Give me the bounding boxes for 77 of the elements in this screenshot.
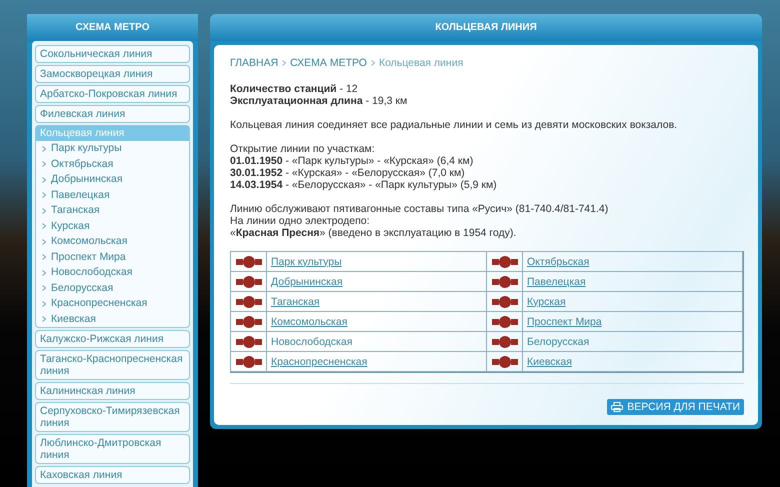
breadcrumb-link[interactable]: ГЛАВНАЯ: [230, 57, 278, 69]
station-link[interactable]: Павелецкая: [527, 276, 586, 288]
line-link[interactable]: Каховская линия: [35, 466, 190, 484]
line-link[interactable]: Серпуховско-Тимирязевская линия: [35, 402, 190, 432]
page-title: КОЛЬЦЕВАЯ ЛИНИЯ: [210, 14, 762, 41]
chevron-icon: [42, 176, 46, 183]
chevron-icon: [42, 238, 46, 245]
metro-line-icon: [236, 276, 262, 288]
chevron-icon: [370, 60, 375, 66]
info-text: 14.03.1954 - «Белорусская» - «Парк культуры» (5,9 км): [230, 179, 498, 191]
station-link[interactable]: Таганская: [51, 204, 100, 218]
line-link[interactable]: Замоскворецкая линия: [35, 65, 190, 83]
info-text: 30.01.1952 - «Курская» - «Белорусская» (7,0 км): [230, 167, 466, 179]
metro-line-icon: [236, 356, 262, 368]
chevron-icon: [42, 192, 46, 198]
station-name: Белорусская: [527, 336, 590, 348]
chevron-icon: [42, 300, 46, 307]
metro-line-icon: [492, 356, 518, 368]
station-link[interactable]: Добрынинская: [271, 276, 343, 288]
station-link[interactable]: Комсомольская: [271, 316, 348, 328]
station-link[interactable]: Парк культуры: [271, 256, 342, 268]
info-text: Эксплуатационная длина - 19,3 км: [230, 95, 408, 107]
metro-line-icon: [492, 256, 518, 268]
station-link[interactable]: Курская: [527, 296, 566, 308]
printer-icon: [611, 402, 624, 412]
line-link[interactable]: Калининская линия: [35, 382, 190, 400]
line-link[interactable]: Калужско-Рижская линия: [35, 330, 190, 348]
chevron-icon: [42, 208, 46, 214]
chevron-icon: [42, 223, 46, 230]
print-button[interactable]: ВЕРСИЯ ДЛЯ ПЕЧАТИ: [607, 399, 744, 415]
chevron-icon: [42, 161, 46, 168]
station-link[interactable]: Киевская: [51, 312, 96, 326]
line-link[interactable]: Филевская линия: [35, 105, 190, 123]
chevron-icon: [42, 285, 46, 292]
station-link[interactable]: Комсомольская: [51, 235, 128, 248]
info-text: Линию обслуживают пятивагонные составы типа «Русич» (81-740.4/81-741.4): [230, 203, 610, 215]
station-link[interactable]: Октябрьская: [51, 158, 114, 171]
station-link[interactable]: Проспект Мира: [527, 316, 602, 328]
breadcrumb-link[interactable]: СХЕМА МЕТРО: [290, 57, 367, 69]
station-link[interactable]: Киевская: [527, 356, 572, 368]
station-link[interactable]: Добрынинская: [51, 173, 123, 186]
station-link[interactable]: Новослободская: [51, 266, 132, 280]
station-link[interactable]: Павелецкая: [51, 188, 110, 202]
sidebar-title: СХЕМА МЕТРО: [27, 14, 198, 41]
metro-line-icon: [492, 296, 518, 308]
line-link[interactable]: Таганско-Краснопресненская линия: [35, 350, 190, 380]
station-link[interactable]: Парк культуры: [51, 142, 122, 156]
station-name: Новослободская: [271, 336, 352, 348]
station-link[interactable]: Октябрьская: [527, 256, 590, 268]
chevron-icon: [42, 146, 46, 152]
station-link[interactable]: Таганская: [271, 296, 320, 308]
info-text: «Красная Пресня» (введено в эксплуатацию в 1954 году).: [230, 227, 518, 239]
info-text: 01.01.1950 - «Парк культуры» - «Курская» (6,4 км): [230, 155, 474, 167]
metro-line-icon: [492, 316, 518, 328]
metro-line-icon: [236, 256, 262, 268]
chevron-icon: [42, 254, 46, 260]
line-link[interactable]: Кольцевая линия: [36, 126, 189, 141]
station-link[interactable]: Проспект Мира: [51, 250, 126, 264]
info-text: Количество станций - 12: [230, 83, 359, 95]
chevron-icon: [282, 60, 286, 66]
breadcrumb-current: Кольцевая линия: [378, 57, 464, 69]
chevron-icon: [42, 316, 46, 322]
chevron-icon: [42, 270, 46, 276]
info-text: Открытие линии по участкам:: [230, 143, 376, 155]
metro-line-icon: [236, 296, 262, 308]
metro-line-icon: [492, 336, 518, 348]
line-link[interactable]: Арбатско-Покровская линия: [35, 85, 190, 103]
metro-line-icon: [236, 316, 262, 328]
station-link[interactable]: Краснопресненская: [51, 297, 148, 310]
info-text: На линии одно электродепо:: [230, 215, 371, 227]
metro-line-icon: [492, 276, 518, 288]
station-link[interactable]: Белорусская: [51, 282, 114, 295]
info-text: Кольцевая линия соединяет все радиальные линии и семь из девяти московских вокзалов.: [230, 119, 678, 131]
line-link[interactable]: Люблинско-Дмитровская линия: [35, 434, 190, 464]
station-link[interactable]: Курская: [51, 220, 90, 233]
line-link[interactable]: Сокольническая линия: [35, 45, 190, 63]
metro-line-icon: [236, 336, 262, 348]
